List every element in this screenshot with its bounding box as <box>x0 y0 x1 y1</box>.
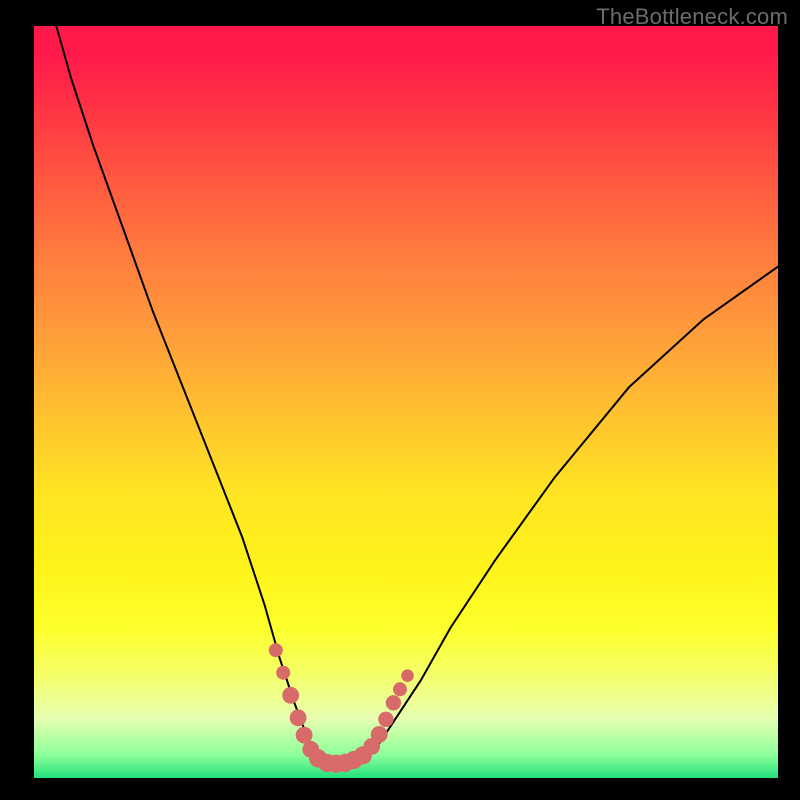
watermark-text: TheBottleneck.com <box>596 4 788 30</box>
curve-marker <box>269 643 283 657</box>
curve-marker <box>386 695 401 710</box>
curve-marker <box>371 726 388 743</box>
curve-marker <box>393 682 407 696</box>
curve-marker <box>378 712 393 727</box>
bottleneck-curve-svg <box>34 26 778 778</box>
chart-frame: TheBottleneck.com <box>0 0 800 800</box>
bottleneck-curve-path <box>56 26 778 763</box>
curve-marker <box>282 687 299 704</box>
curve-marker <box>296 727 313 744</box>
curve-marker <box>290 709 307 726</box>
curve-marker <box>276 666 290 680</box>
curve-marker <box>401 669 414 682</box>
chart-plot-area <box>34 26 778 778</box>
curve-markers <box>269 643 414 773</box>
